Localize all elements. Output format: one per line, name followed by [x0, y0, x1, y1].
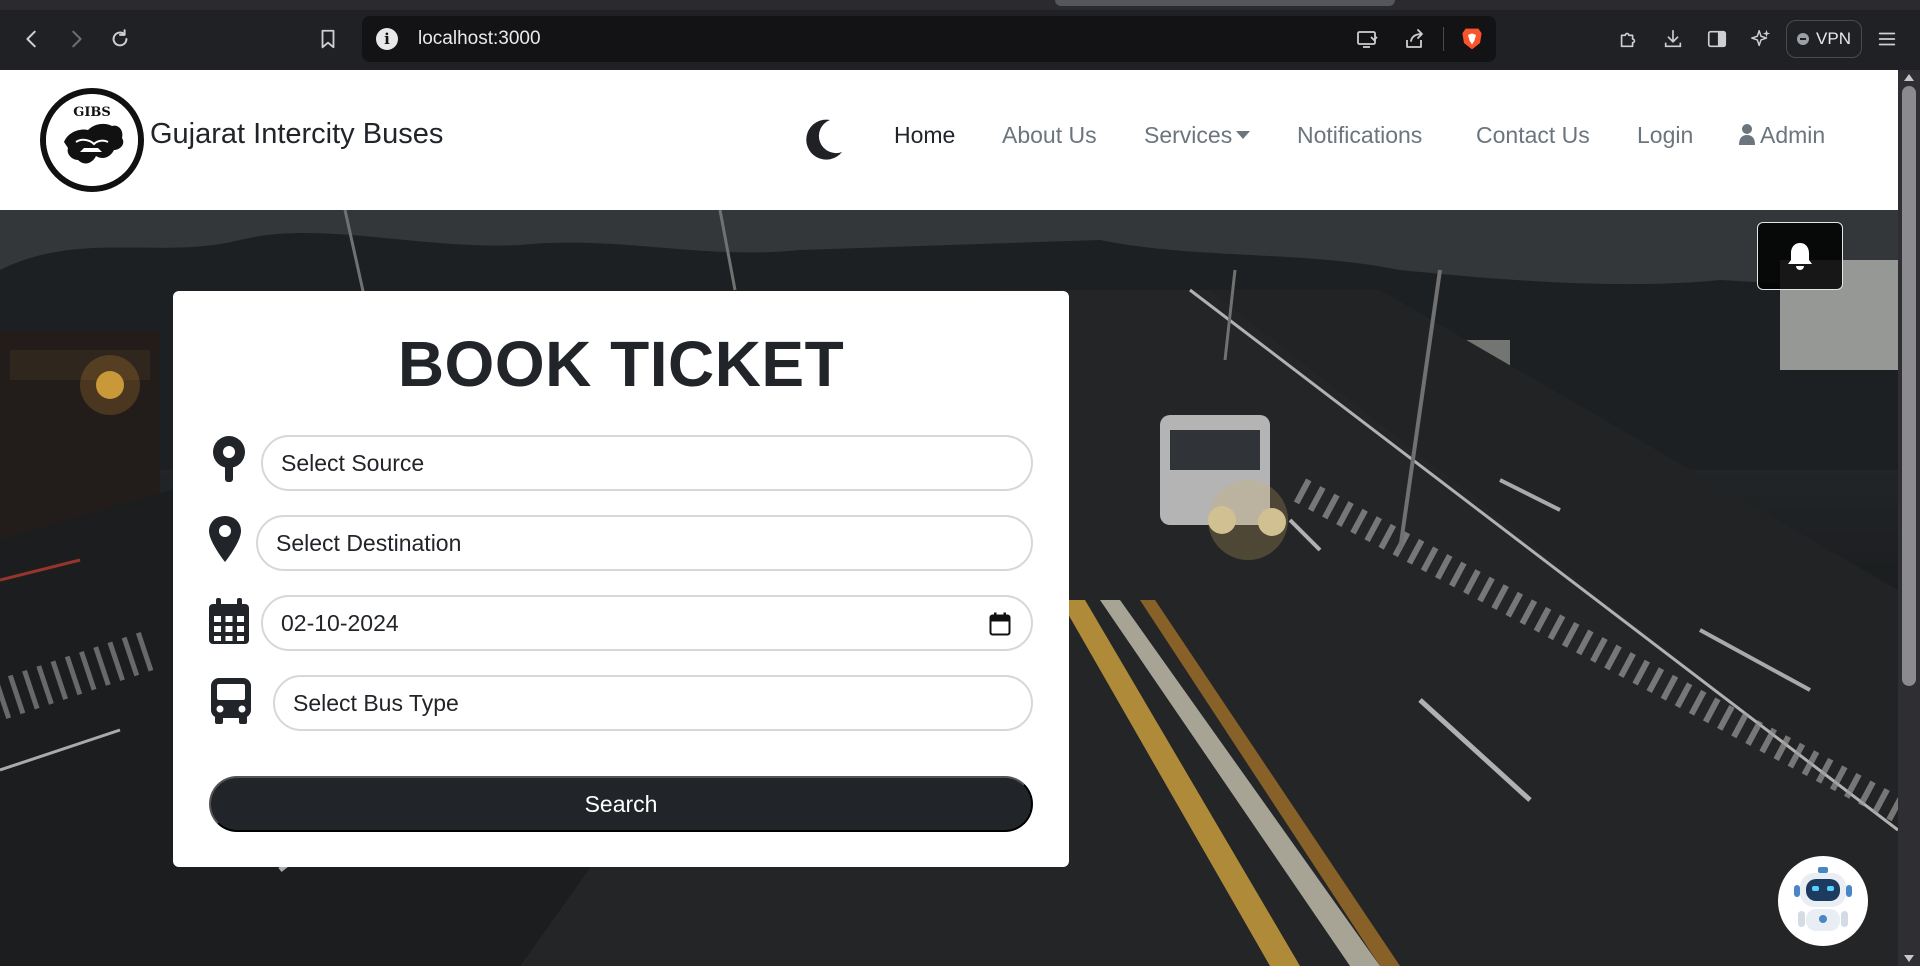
- sparkle-icon: [1751, 29, 1771, 47]
- location-marker-icon: [209, 516, 241, 562]
- brave-lion-icon: [1462, 28, 1482, 50]
- book-ticket-card: BOOK TICKET Select Source Select Destina…: [173, 291, 1069, 867]
- destination-select[interactable]: Select Destination: [256, 515, 1033, 571]
- url-text[interactable]: localhost:3000: [418, 28, 541, 50]
- source-row: Select Source: [173, 434, 1069, 492]
- vpn-label: VPN: [1816, 29, 1851, 48]
- chatbot-launcher[interactable]: [1778, 856, 1868, 946]
- bookmark-icon: [321, 29, 335, 49]
- bus-type-placeholder: Select Bus Type: [293, 689, 459, 716]
- robot-icon: [1794, 867, 1852, 931]
- reload-icon: [112, 29, 128, 47]
- sidebar-icon: [1707, 30, 1727, 48]
- svg-text:GIBS: GIBS: [73, 105, 111, 120]
- scroll-up-arrow-icon[interactable]: [1904, 74, 1914, 81]
- address-bar-actions: [1343, 16, 1496, 62]
- caret-down-icon: [1236, 130, 1251, 139]
- scroll-down-arrow-icon[interactable]: [1904, 955, 1914, 962]
- source-placeholder: Select Source: [281, 449, 425, 476]
- forward-button[interactable]: [59, 22, 93, 56]
- scrollbar-thumb[interactable]: [1902, 86, 1916, 686]
- install-app-icon: [1357, 31, 1378, 48]
- destination-placeholder: Select Destination: [276, 529, 462, 556]
- nav-admin-label: Admin: [1760, 122, 1826, 148]
- nav-services-label: Services: [1144, 122, 1233, 148]
- destination-row: Select Destination: [173, 514, 1069, 572]
- cast-button[interactable]: [1343, 16, 1391, 62]
- extensions-button[interactable]: [1611, 22, 1645, 56]
- vpn-button[interactable]: VPN: [1786, 20, 1862, 58]
- brave-shields-button[interactable]: [1448, 16, 1496, 62]
- gujarat-map-logo-icon: GIBS: [46, 94, 138, 186]
- reload-button[interactable]: [103, 22, 137, 56]
- bus-type-select[interactable]: Select Bus Type: [273, 675, 1033, 731]
- tab-strip: [0, 0, 1920, 10]
- puzzle-icon: [1620, 32, 1636, 48]
- bus-type-row: Select Bus Type: [173, 674, 1069, 732]
- map-pin-icon: [213, 436, 245, 482]
- address-bar[interactable]: i localhost:3000: [362, 16, 1496, 62]
- source-select[interactable]: Select Source: [261, 435, 1033, 491]
- menu-button[interactable]: [1870, 22, 1904, 56]
- nav-services-dropdown[interactable]: Services: [1144, 122, 1251, 149]
- browser-toolbar: i localhost:3000 VPN: [0, 0, 1920, 70]
- travel-date-input[interactable]: 02-10-2024: [261, 595, 1033, 651]
- bookmark-button[interactable]: [311, 22, 345, 56]
- vpn-status-icon: [1797, 33, 1810, 45]
- calendar-icon: [209, 598, 249, 644]
- nav-home[interactable]: Home: [894, 122, 955, 149]
- notification-bell-button[interactable]: [1757, 222, 1843, 290]
- brand-name[interactable]: Gujarat Intercity Buses: [150, 118, 443, 151]
- back-button[interactable]: [15, 22, 49, 56]
- separator: [1443, 27, 1444, 51]
- page-scrollbar[interactable]: [1898, 70, 1920, 966]
- downloads-button[interactable]: [1656, 22, 1690, 56]
- site-navbar: GIBS Gujarat Intercity Buses Home About …: [0, 70, 1898, 210]
- site-logo[interactable]: GIBS: [40, 88, 144, 192]
- bell-icon: [1788, 243, 1812, 270]
- back-arrow-icon: [26, 30, 36, 48]
- nav-about-us[interactable]: About Us: [1002, 122, 1097, 149]
- share-icon: [1406, 29, 1423, 48]
- dark-mode-toggle[interactable]: [800, 116, 846, 162]
- active-tab-indicator[interactable]: [1055, 0, 1395, 6]
- nav-login[interactable]: Login: [1637, 122, 1693, 149]
- share-button[interactable]: [1391, 16, 1439, 62]
- download-icon: [1664, 29, 1682, 48]
- search-button[interactable]: Search: [209, 776, 1033, 832]
- nav-notifications[interactable]: Notifications: [1297, 122, 1422, 149]
- user-icon: [1739, 124, 1755, 145]
- travel-date-value: 02-10-2024: [281, 609, 399, 636]
- forward-arrow-icon: [72, 30, 82, 48]
- sidebar-button[interactable]: [1700, 22, 1734, 56]
- book-ticket-title: BOOK TICKET: [397, 328, 845, 400]
- leo-ai-button[interactable]: [1744, 22, 1778, 56]
- site-info-icon[interactable]: i: [376, 28, 398, 50]
- date-picker-icon[interactable]: [989, 612, 1011, 636]
- hamburger-icon: [1878, 32, 1896, 46]
- date-row: 02-10-2024: [173, 594, 1069, 652]
- nav-contact-us[interactable]: Contact Us: [1476, 122, 1590, 149]
- bus-icon: [211, 678, 251, 724]
- nav-admin[interactable]: Admin: [1738, 122, 1825, 149]
